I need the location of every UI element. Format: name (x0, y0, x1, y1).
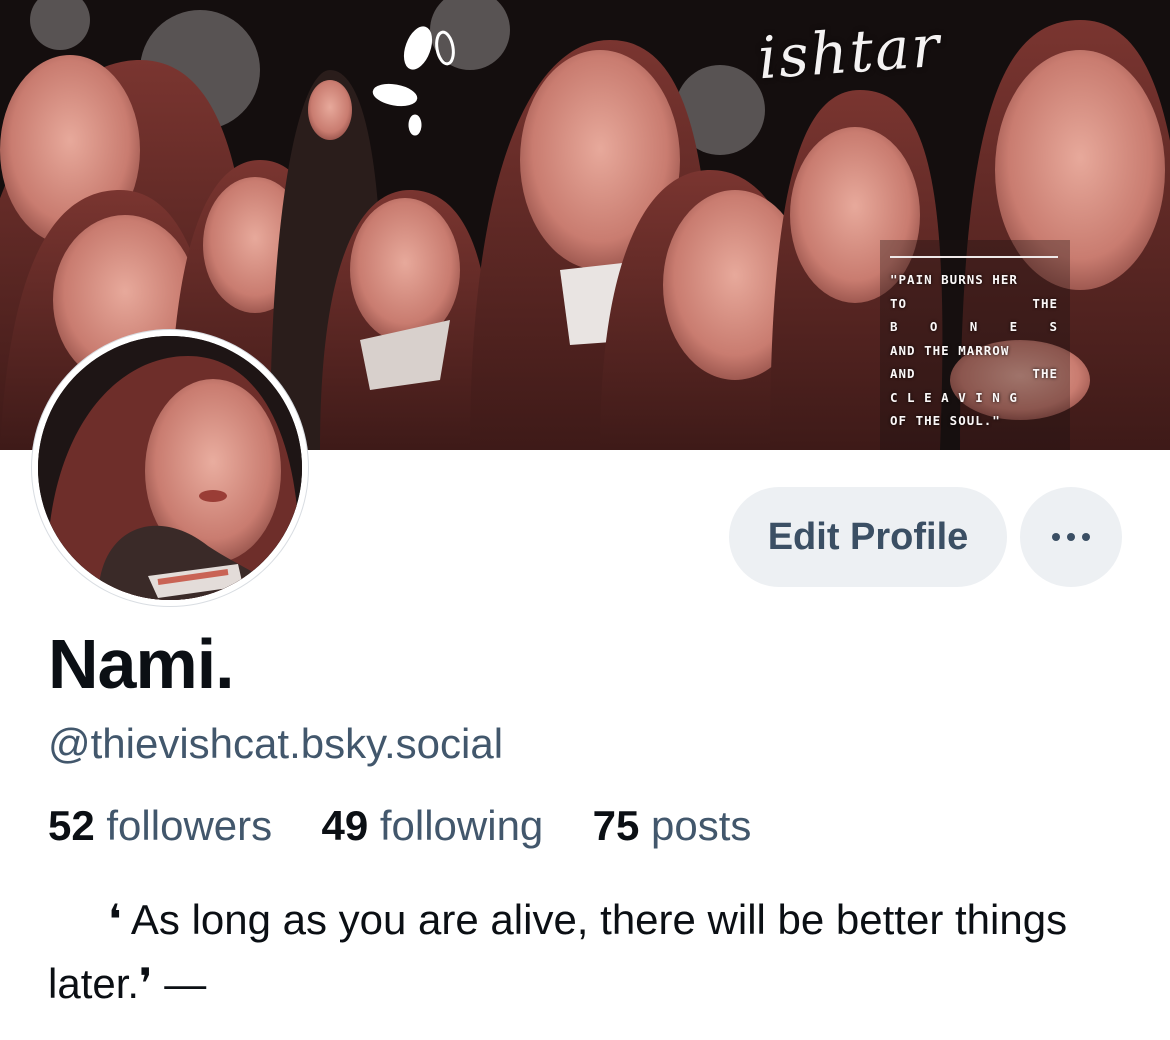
banner-quote-word: AND (890, 366, 916, 381)
banner-quote-word: N (969, 319, 979, 334)
banner-quote-word: B (890, 319, 899, 334)
posts-stat: 75 posts (593, 802, 752, 849)
banner-quote-line: "PAIN BURNS HER (890, 268, 1058, 292)
banner-quote-line: AND THE (890, 362, 1058, 386)
more-options-button[interactable] (1020, 487, 1122, 587)
posts-label: posts (651, 802, 752, 849)
banner-quote-line: OF THE SOUL." (890, 409, 1058, 433)
ellipsis-icon (1052, 533, 1090, 541)
avatar-image (38, 336, 302, 600)
banner-quote-word: S (1049, 319, 1058, 334)
banner-script-text: ishtar (755, 11, 944, 93)
profile-stats: 52 followers 49 following 75 posts (48, 800, 751, 852)
banner-quote-line: BONES (890, 315, 1058, 339)
following-label: following (379, 802, 544, 849)
banner-quote-word: TO (890, 295, 908, 311)
banner-quote-word: THE (1032, 366, 1058, 381)
followers-count: 52 (48, 802, 95, 849)
followers-link[interactable]: 52 followers (48, 802, 284, 849)
posts-count: 75 (592, 802, 640, 849)
banner-quote-word: OF THE SOUL." (890, 413, 1001, 428)
following-count: 49 (321, 802, 369, 849)
banner-quote: "PAIN BURNS HER TO THE B O N E S AND THE MARROW A… (890, 256, 1058, 433)
banner-quote-word: C L E A V I N G (890, 389, 1018, 405)
banner-quote-word: "PAIN BURNS HER (890, 272, 1018, 287)
banner-quote-word: AND THE MARROW (890, 342, 1010, 358)
display-name: Nami. (48, 625, 235, 703)
banner-quote-line: C L E A V I N G (890, 386, 1058, 410)
edit-profile-button[interactable]: Edit Profile (729, 487, 1007, 587)
banner-quote-word: E (1009, 319, 1019, 334)
banner-quote-line: TO THE (890, 292, 1058, 316)
banner-quote-word: O (929, 319, 939, 334)
banner-quote-line: AND THE MARROW (890, 339, 1058, 363)
profile-bio: ❛ As long as you are alive, there will b… (48, 896, 1068, 1007)
avatar[interactable] (32, 330, 308, 606)
profile-handle: @thievishcat.bsky.social (48, 720, 504, 767)
banner-quote-word: THE (1032, 295, 1058, 311)
followers-label: followers (106, 802, 273, 849)
following-link[interactable]: 49 following (321, 802, 555, 849)
